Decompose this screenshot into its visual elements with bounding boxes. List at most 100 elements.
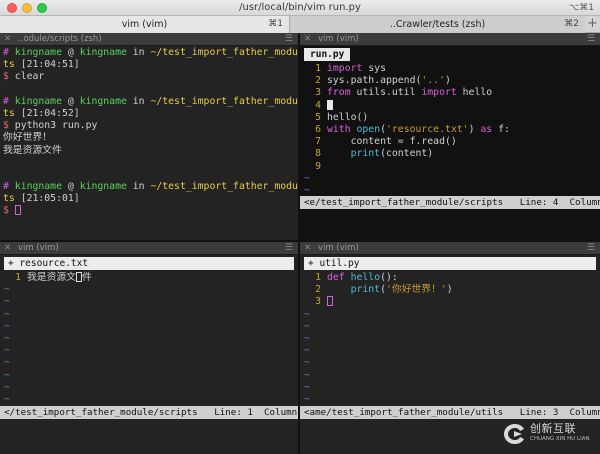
line-number: 3 bbox=[315, 87, 321, 99]
code-line: 6 with open('resource.txt') as f: bbox=[300, 124, 600, 136]
vim-editor[interactable]: 1 import sys 2 sys.path.append('..') 3 from u… bbox=[300, 63, 600, 197]
code-line: 1 def hello(): bbox=[300, 272, 600, 284]
terminal-line: ts [21:05:01] bbox=[0, 193, 298, 205]
text-segment: [21:04:52] bbox=[14, 107, 80, 119]
terminal-line: ts [21:04:52] bbox=[0, 108, 298, 120]
text-segment: ) bbox=[444, 75, 451, 87]
text-segment: @ bbox=[61, 95, 80, 107]
pane-title: ..odule/scripts (zsh) bbox=[18, 34, 102, 44]
empty-line-marker: ~ bbox=[4, 296, 10, 308]
code-line: 1 import sys bbox=[300, 63, 600, 75]
pane-header: ✕ ..odule/scripts (zsh) ☰ bbox=[0, 33, 298, 46]
line-number: 2 bbox=[315, 75, 321, 87]
line-number: 1 bbox=[315, 272, 321, 283]
pane-menu-icon[interactable]: ☰ bbox=[587, 242, 595, 255]
text-segment: 我是资源文件 bbox=[3, 144, 62, 156]
code-line: 4 bbox=[300, 99, 600, 112]
pane-title: vim (vim) bbox=[318, 34, 359, 44]
pane-menu-icon[interactable]: ☰ bbox=[587, 33, 595, 46]
tab-vim[interactable]: vim (vim) ⌘1 bbox=[0, 16, 290, 33]
text-segment: kingname bbox=[79, 47, 127, 58]
empty-line-marker: ~ bbox=[304, 393, 310, 405]
text-segment: sys bbox=[362, 63, 386, 74]
code-line: 2 sys.path.append('..') bbox=[300, 75, 600, 87]
text-segment: from bbox=[327, 87, 351, 99]
text-segment: clear bbox=[14, 71, 45, 83]
close-pane-icon[interactable]: ✕ bbox=[4, 242, 11, 255]
text-segment: [21:04:51] bbox=[14, 59, 80, 71]
tab-label: vim (vim) bbox=[121, 19, 168, 30]
empty-line-marker: ~ bbox=[304, 345, 310, 357]
empty-line-marker: ~ bbox=[4, 381, 10, 393]
text-segment: (): bbox=[380, 272, 398, 283]
pane-menu-icon[interactable]: ☰ bbox=[285, 242, 293, 255]
line-number: 5 bbox=[315, 111, 321, 123]
pane-zsh-scripts[interactable]: ✕ ..odule/scripts (zsh) ☰ # kingname @ k… bbox=[0, 33, 298, 240]
text-segment: @ bbox=[61, 47, 80, 58]
line-number: 6 bbox=[315, 123, 321, 135]
terminal-line: # kingname @ kingname in ~/test_import_f… bbox=[0, 181, 298, 193]
text-segment: # bbox=[3, 181, 15, 193]
text-segment: ts bbox=[3, 193, 15, 205]
text-segment: ts bbox=[3, 107, 15, 119]
vim-buffer-name[interactable]: + resource.txt bbox=[4, 257, 294, 270]
zoom-window-button[interactable] bbox=[37, 3, 47, 13]
text-segment: ) bbox=[468, 123, 481, 135]
new-tab-button[interactable]: + bbox=[585, 16, 600, 33]
empty-line-marker: ~ bbox=[4, 345, 10, 357]
minimize-window-button[interactable] bbox=[22, 3, 32, 13]
text-segment: hello() bbox=[327, 111, 369, 123]
pane-vim-resource[interactable]: ✕ vim (vim) ☰ + resource.txt 1 我是资源文件 ~ ~ ~ ~… bbox=[0, 242, 298, 454]
pane-header: ✕ vim (vim) ☰ bbox=[0, 242, 298, 255]
text-segment: hello bbox=[350, 272, 381, 283]
text-segment bbox=[327, 148, 351, 159]
code-line: 8 print(content) bbox=[300, 148, 600, 160]
line-number: 2 bbox=[315, 284, 321, 296]
vim-editor[interactable]: 1 def hello(): 2 print('你好世界！') 3 ~ ~ ~ ~ ~ ~ ~ ~ bbox=[300, 272, 600, 406]
window-shortcut: ⌥⌘1 bbox=[568, 3, 594, 13]
pane-menu-icon[interactable]: ☰ bbox=[285, 33, 293, 46]
window-titlebar: /usr/local/bin/vim run.py ⌥⌘1 bbox=[0, 0, 600, 16]
text-segment: $ bbox=[3, 120, 15, 132]
text-segment: '你好世界！' bbox=[386, 284, 447, 296]
empty-line-marker: ~ bbox=[4, 357, 10, 369]
text-segment: ~/test_import_father_module/scrip bbox=[150, 47, 298, 58]
text-segment: as bbox=[480, 123, 493, 135]
close-window-button[interactable] bbox=[7, 3, 17, 13]
text-segment: ) bbox=[446, 284, 453, 296]
vim-buffer-name[interactable]: + util.py bbox=[304, 257, 596, 270]
text-segment: print bbox=[350, 148, 381, 160]
watermark-text: 创新互联 bbox=[530, 422, 576, 435]
empty-line-marker: ~ bbox=[4, 369, 10, 381]
vim-buffer-name[interactable]: run.py bbox=[304, 48, 351, 61]
terminal-line: # kingname @ kingname in ~/test_import_f… bbox=[0, 96, 298, 108]
code-line: 2 print('你好世界！') bbox=[300, 284, 600, 296]
empty-line-marker: ~ bbox=[4, 284, 10, 296]
close-pane-icon[interactable]: ✕ bbox=[304, 33, 311, 46]
vim-editor[interactable]: 1我是资源文件~~~~~~~~~~~ bbox=[0, 272, 298, 418]
empty-line-marker: ~ bbox=[4, 320, 10, 332]
text-segment: open bbox=[356, 123, 381, 135]
empty-line-marker: ~ bbox=[304, 369, 310, 381]
text-segment: kingname bbox=[14, 95, 62, 107]
text-segment: kingname bbox=[79, 95, 127, 107]
text-segment: @ bbox=[61, 181, 80, 193]
horizontal-split-divider[interactable] bbox=[0, 240, 600, 242]
text-segment: # bbox=[3, 95, 15, 107]
text-segment: kingname bbox=[14, 181, 62, 193]
text-segment: print bbox=[350, 284, 381, 296]
close-pane-icon[interactable]: ✕ bbox=[4, 33, 11, 46]
empty-line-marker: ~ bbox=[4, 393, 10, 405]
tab-shortcut: ⌘2 bbox=[564, 19, 579, 29]
code-line: 5 hello() bbox=[300, 112, 600, 124]
pane-vim-run[interactable]: ✕ vim (vim) ☰ run.py 1 import sys 2 sys.pat… bbox=[300, 33, 600, 240]
close-pane-icon[interactable]: ✕ bbox=[304, 242, 311, 255]
watermark-subtext: CHUANG XIN HU LIAN bbox=[530, 436, 590, 442]
text-segment: sys.path.append( bbox=[327, 75, 422, 87]
vertical-split-divider[interactable] bbox=[298, 33, 300, 454]
terminal-output[interactable]: # kingname @ kingname in ~/test_import_f… bbox=[0, 47, 298, 218]
tab-zsh-crawler[interactable]: ..Crawler/tests (zsh) ⌘2 bbox=[290, 16, 585, 33]
text-segment: ts bbox=[3, 59, 15, 71]
text-segment: f: bbox=[492, 123, 510, 135]
terminal-line: 我是资源文件 bbox=[0, 145, 298, 157]
